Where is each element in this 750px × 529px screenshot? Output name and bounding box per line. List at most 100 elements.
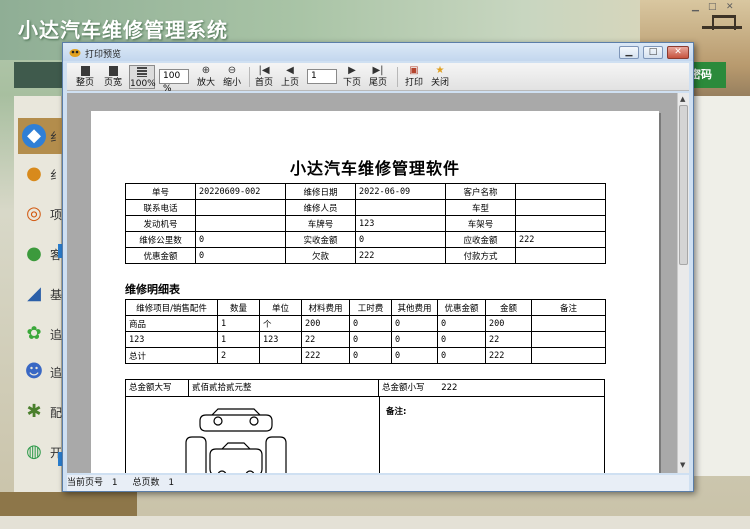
scroll-down-icon[interactable]: ▼ xyxy=(680,461,685,469)
app-close-icon[interactable]: ✕ xyxy=(726,2,734,12)
sidebar-item-5[interactable]: ◢ 基 xyxy=(18,276,64,312)
customer-value xyxy=(515,183,606,200)
table-cell: 200 xyxy=(485,315,532,332)
date-label: 维修日期 xyxy=(285,183,356,200)
preview-area[interactable]: 小达汽车维修管理软件 单号 20220609-002 维修日期 2022-06-… xyxy=(67,93,677,473)
table-cell: 2 xyxy=(217,347,260,364)
column-header: 金额 xyxy=(485,299,532,316)
app-status-bar xyxy=(0,516,750,529)
maximize-button[interactable]: □ xyxy=(643,46,663,59)
app-minimize-icon[interactable]: ▁ xyxy=(692,2,699,12)
table-cell: 总计 xyxy=(125,347,218,364)
table-cell xyxy=(531,315,606,332)
owed-label: 欠款 xyxy=(285,247,356,264)
close-window-button[interactable]: ✕ xyxy=(667,46,689,59)
zoom-out-button[interactable]: ⊖ 缩小 xyxy=(221,65,243,89)
discount-label: 优惠金额 xyxy=(125,247,196,264)
prev-page-label: 上页 xyxy=(280,78,299,88)
prev-page-button[interactable]: ◀ 上页 xyxy=(279,65,301,89)
total-upper-label: 总金额大写 xyxy=(125,379,189,397)
due-value: 222 xyxy=(515,231,606,248)
app-sidebar: ◆ 纟 ● 纟 ◎ 项 ● 客 ◢ 基 ✿ 追 ☻ 追 ✱ 配 ◍ 开 xyxy=(14,96,64,516)
total-lower-value: 222 xyxy=(441,383,458,393)
app-logo-icon xyxy=(69,49,81,57)
next-page-label: 下页 xyxy=(342,78,361,88)
scrollbar-thumb[interactable] xyxy=(679,105,688,265)
sidebar-item-8[interactable]: ✱ 配 xyxy=(18,394,64,430)
table-cell: 22 xyxy=(301,331,350,348)
minimize-button[interactable]: ▁ xyxy=(619,46,639,59)
page-width-button[interactable]: 页宽 xyxy=(101,65,125,89)
due-label: 应收金额 xyxy=(445,231,516,248)
whole-page-button[interactable]: 整页 xyxy=(73,65,97,89)
zoom-in-button[interactable]: ⊕ 放大 xyxy=(195,65,217,89)
sidebar-item-1[interactable]: ◆ 纟 xyxy=(18,118,64,154)
sidebar-item-2[interactable]: ● 纟 xyxy=(18,156,64,192)
app-maximize-icon[interactable]: □ xyxy=(708,2,717,12)
close-person-icon: ★ xyxy=(435,65,445,76)
last-page-button[interactable]: ▶| 尾页 xyxy=(367,65,389,89)
close-button[interactable]: ★ 关闭 xyxy=(429,65,451,89)
frame-value xyxy=(515,215,606,232)
current-page-value: 1 xyxy=(111,478,118,488)
last-page-icon: ▶| xyxy=(372,65,384,76)
repair-detail-table: 维修项目/销售配件 数量 单位 材料费用 工时费 其他费用 优惠金额 金额 备注… xyxy=(125,299,606,364)
vertical-scrollbar[interactable]: ▲ ▼ xyxy=(677,93,689,473)
print-page: 小达汽车维修管理软件 单号 20220609-002 维修日期 2022-06-… xyxy=(91,111,659,473)
last-page-label: 尾页 xyxy=(368,78,387,88)
table-cell: 200 xyxy=(301,315,350,332)
engine-value xyxy=(195,215,286,232)
total-lower-box: 总金额小写 222 xyxy=(378,379,605,397)
pay-value xyxy=(515,247,606,264)
table-row: 商品 1 个 200 0 0 0 200 xyxy=(125,315,606,332)
document-title: 小达汽车维修管理软件 xyxy=(289,159,460,178)
table-cell: 商品 xyxy=(125,315,218,332)
customer-icon: ● xyxy=(26,243,42,264)
phone-label: 联系电话 xyxy=(125,199,196,216)
table-cell: 123 xyxy=(125,331,218,348)
total-pages-label: 总页数 xyxy=(132,478,160,488)
zoom-100-label: 100% xyxy=(130,79,156,89)
print-label: 打印 xyxy=(404,78,423,88)
order-info-table: 单号 20220609-002 维修日期 2022-06-09 客户名称 联系电… xyxy=(125,183,606,264)
table-cell: 0 xyxy=(437,347,486,364)
page-number-input[interactable]: 1 xyxy=(307,69,337,84)
actual-size-icon xyxy=(137,67,147,77)
table-cell: 0 xyxy=(349,347,392,364)
sidebar-item-3[interactable]: ◎ 项 xyxy=(18,196,64,232)
total-row: 总计 2 222 0 0 0 222 xyxy=(125,347,606,364)
bird-icon: ● xyxy=(26,163,42,184)
column-header: 工时费 xyxy=(349,299,392,316)
table-cell: 123 xyxy=(259,331,302,348)
table-row: 123 1 123 22 0 0 0 22 xyxy=(125,331,606,348)
model-label: 车型 xyxy=(445,199,516,216)
detail-title: 维修明细表 xyxy=(125,283,180,296)
zoom-out-label: 缩小 xyxy=(222,78,241,88)
sidebar-item-label: 配 xyxy=(50,406,63,420)
whole-page-label: 整页 xyxy=(75,78,94,88)
column-header: 备注 xyxy=(531,299,606,316)
print-button[interactable]: ▣ 打印 xyxy=(403,65,425,89)
sidebar-item-7[interactable]: ☻ 追 xyxy=(18,354,64,390)
sidebar-item-6[interactable]: ✿ 追 xyxy=(18,316,64,352)
total-amount-row: 总金额大写 贰佰贰拾贰元整 总金额小写 222 xyxy=(125,379,605,397)
next-page-button[interactable]: ▶ 下页 xyxy=(341,65,363,89)
zoom-100-button[interactable]: 100% xyxy=(129,65,156,89)
table-cell: 0 xyxy=(437,315,486,332)
scroll-up-icon[interactable]: ▲ xyxy=(680,95,685,103)
area-divider xyxy=(379,397,380,473)
column-header: 优惠金额 xyxy=(437,299,486,316)
dialog-title: 打印预览 xyxy=(85,50,122,60)
model-value xyxy=(515,199,606,216)
km-label: 维修公里数 xyxy=(125,231,196,248)
printer-icon: ▣ xyxy=(409,65,419,76)
order-no-label: 单号 xyxy=(125,183,196,200)
current-page-label: 当前页号 xyxy=(67,478,104,488)
first-page-button[interactable]: |◀ 首页 xyxy=(253,65,275,89)
zoom-in-label: 放大 xyxy=(196,78,215,88)
zoom-input[interactable]: 100 % xyxy=(159,69,189,94)
sidebar-item-label: 项 xyxy=(50,208,63,222)
next-page-icon: ▶ xyxy=(348,65,356,76)
table-cell xyxy=(531,347,606,364)
preview-status-bar: 当前页号 1 总页数 1 xyxy=(67,475,689,491)
